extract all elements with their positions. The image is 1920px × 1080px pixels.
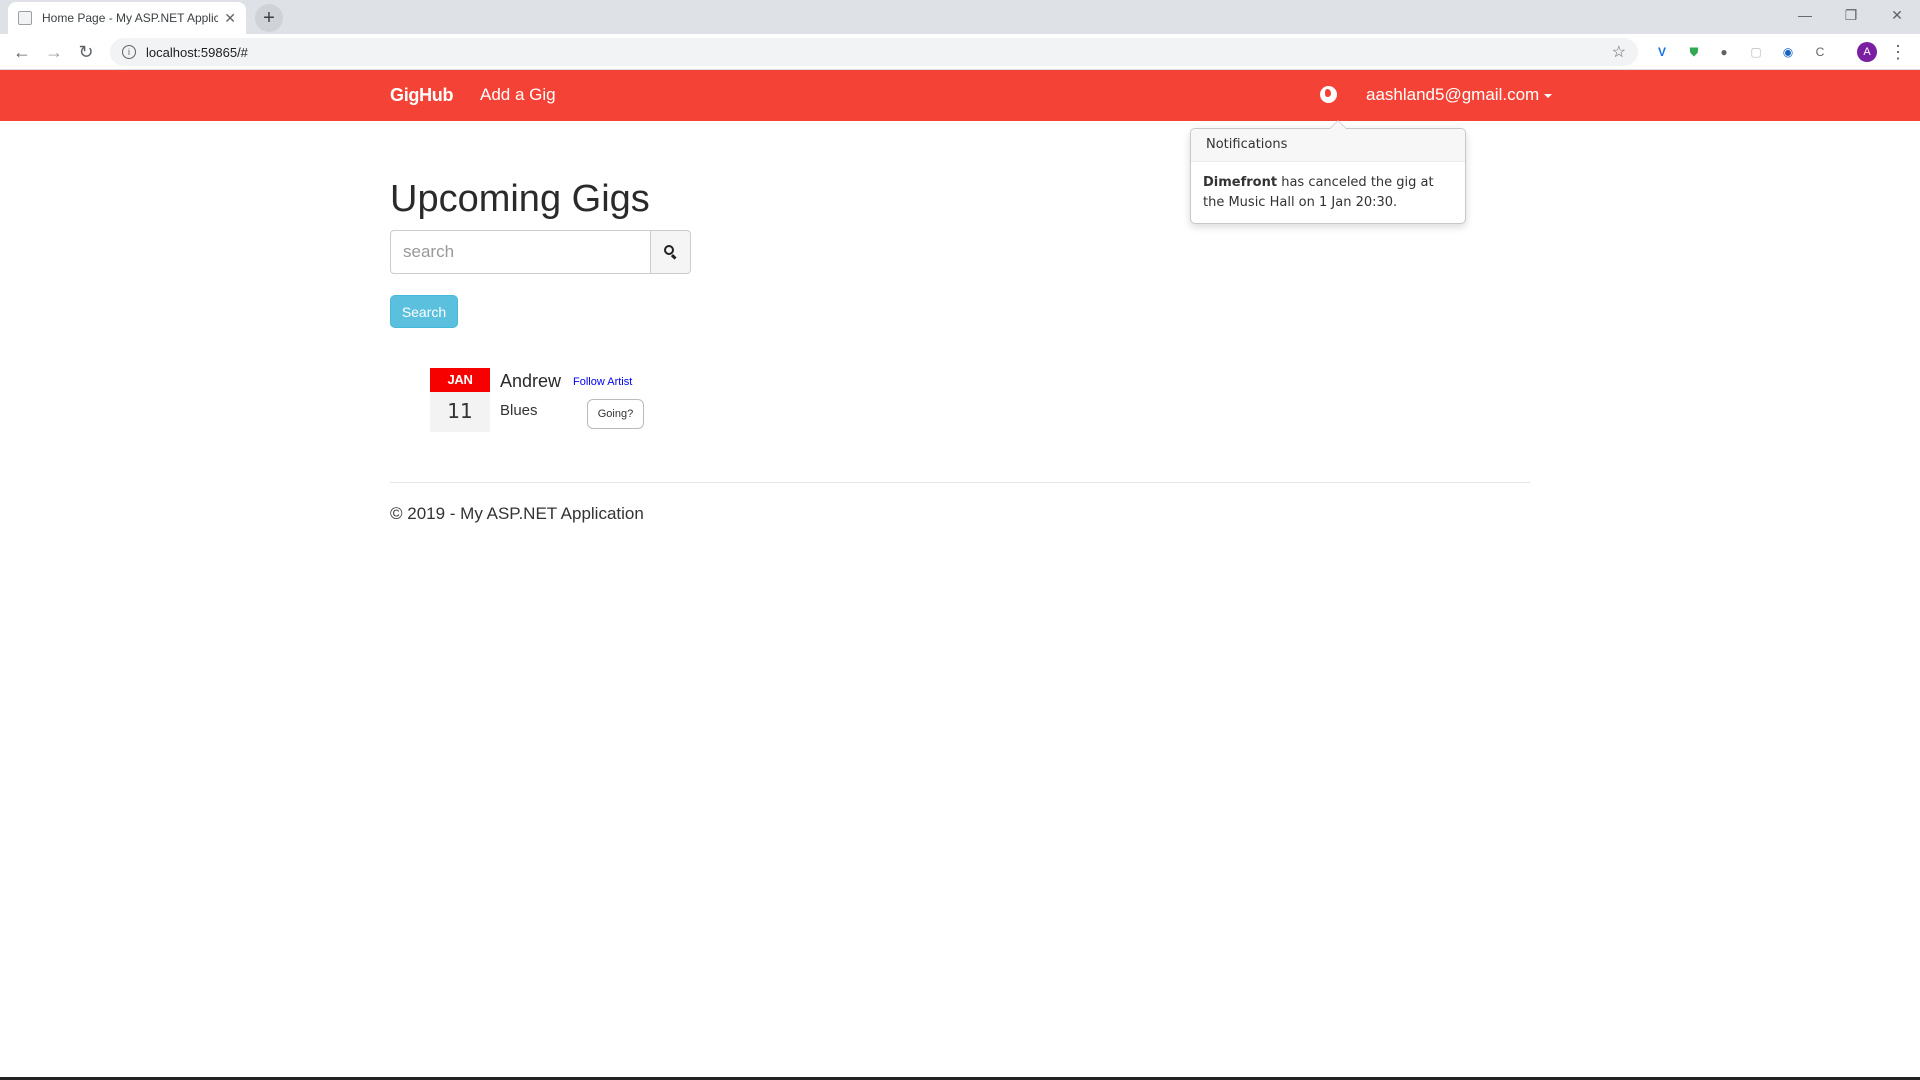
user-menu-dropdown[interactable]: aashland5@gmail.com <box>1366 85 1553 105</box>
browser-menu-icon[interactable]: ⋮ <box>1884 38 1912 66</box>
forward-arrow-icon[interactable]: → <box>40 38 68 66</box>
site-navbar: GigHub Add a Gig aashland5@gmail.com <box>0 70 1920 121</box>
gig-month: JAN <box>430 368 490 392</box>
restore-button[interactable]: ❐ <box>1828 0 1874 30</box>
search-addon[interactable] <box>651 230 691 274</box>
extension-v-icon[interactable]: V <box>1652 42 1672 62</box>
browser-tabstrip: Home Page - My ASP.NET Applic ✕ + — ❐ ✕ <box>0 0 1920 34</box>
search-icon <box>663 245 678 260</box>
profile-avatar[interactable]: A <box>1857 42 1877 62</box>
gig-date-badge: JAN 11 <box>430 368 490 432</box>
caret-down-icon <box>1544 93 1553 98</box>
notifications-popover: Notifications Dimefront has canceled the… <box>1190 120 1466 224</box>
popover-title: Notifications <box>1191 129 1465 162</box>
notification-actor: Dimefront <box>1203 175 1278 190</box>
follow-artist-button[interactable]: Follow Artist <box>573 376 632 388</box>
search-input[interactable] <box>390 230 651 274</box>
footer-divider <box>390 482 1530 483</box>
gig-genre: Blues <box>500 402 538 419</box>
address-bar[interactable]: i localhost:59865/# ☆ <box>110 38 1638 66</box>
search-group <box>390 230 691 274</box>
browser-tab[interactable]: Home Page - My ASP.NET Applic ✕ <box>8 2 246 34</box>
page-title: Upcoming Gigs <box>390 178 650 220</box>
extension-c-icon[interactable]: C <box>1810 42 1830 62</box>
address-url[interactable]: localhost:59865/# <box>146 45 1612 60</box>
going-button[interactable]: Going? <box>587 399 644 429</box>
extension-square-icon[interactable]: ▢ <box>1746 42 1766 62</box>
notifications-globe-icon[interactable] <box>1320 86 1337 103</box>
new-tab-button[interactable]: + <box>255 4 283 32</box>
minimize-button[interactable]: — <box>1782 0 1828 30</box>
footer-text: © 2019 - My ASP.NET Application <box>390 504 644 523</box>
browser-toolbar: ← → ↻ i localhost:59865/# ☆ V ⛊ ● ▢ ◉ C … <box>0 34 1920 70</box>
tab-close-icon[interactable]: ✕ <box>224 10 236 27</box>
brand-link[interactable]: GigHub <box>390 85 453 106</box>
notification-item: Dimefront has canceled the gig at the Mu… <box>1191 162 1465 224</box>
extension-shield-icon[interactable]: ⛊ <box>1684 42 1704 62</box>
site-info-icon[interactable]: i <box>122 45 136 59</box>
reload-icon[interactable]: ↻ <box>72 38 100 66</box>
search-button[interactable]: Search <box>390 295 458 328</box>
extension-bulb-icon[interactable]: ● <box>1714 42 1734 62</box>
gig-artist: Andrew <box>500 371 562 391</box>
tab-title: Home Page - My ASP.NET Applic <box>42 11 219 25</box>
page-favicon-icon <box>18 11 32 25</box>
add-gig-link[interactable]: Add a Gig <box>480 85 556 105</box>
extension-globe-icon[interactable]: ◉ <box>1778 42 1798 62</box>
bookmark-star-icon[interactable]: ☆ <box>1612 42 1626 62</box>
back-arrow-icon[interactable]: ← <box>8 38 36 66</box>
close-window-button[interactable]: ✕ <box>1874 0 1920 30</box>
gig-day: 11 <box>447 399 473 423</box>
user-email: aashland5@gmail.com <box>1366 85 1540 104</box>
